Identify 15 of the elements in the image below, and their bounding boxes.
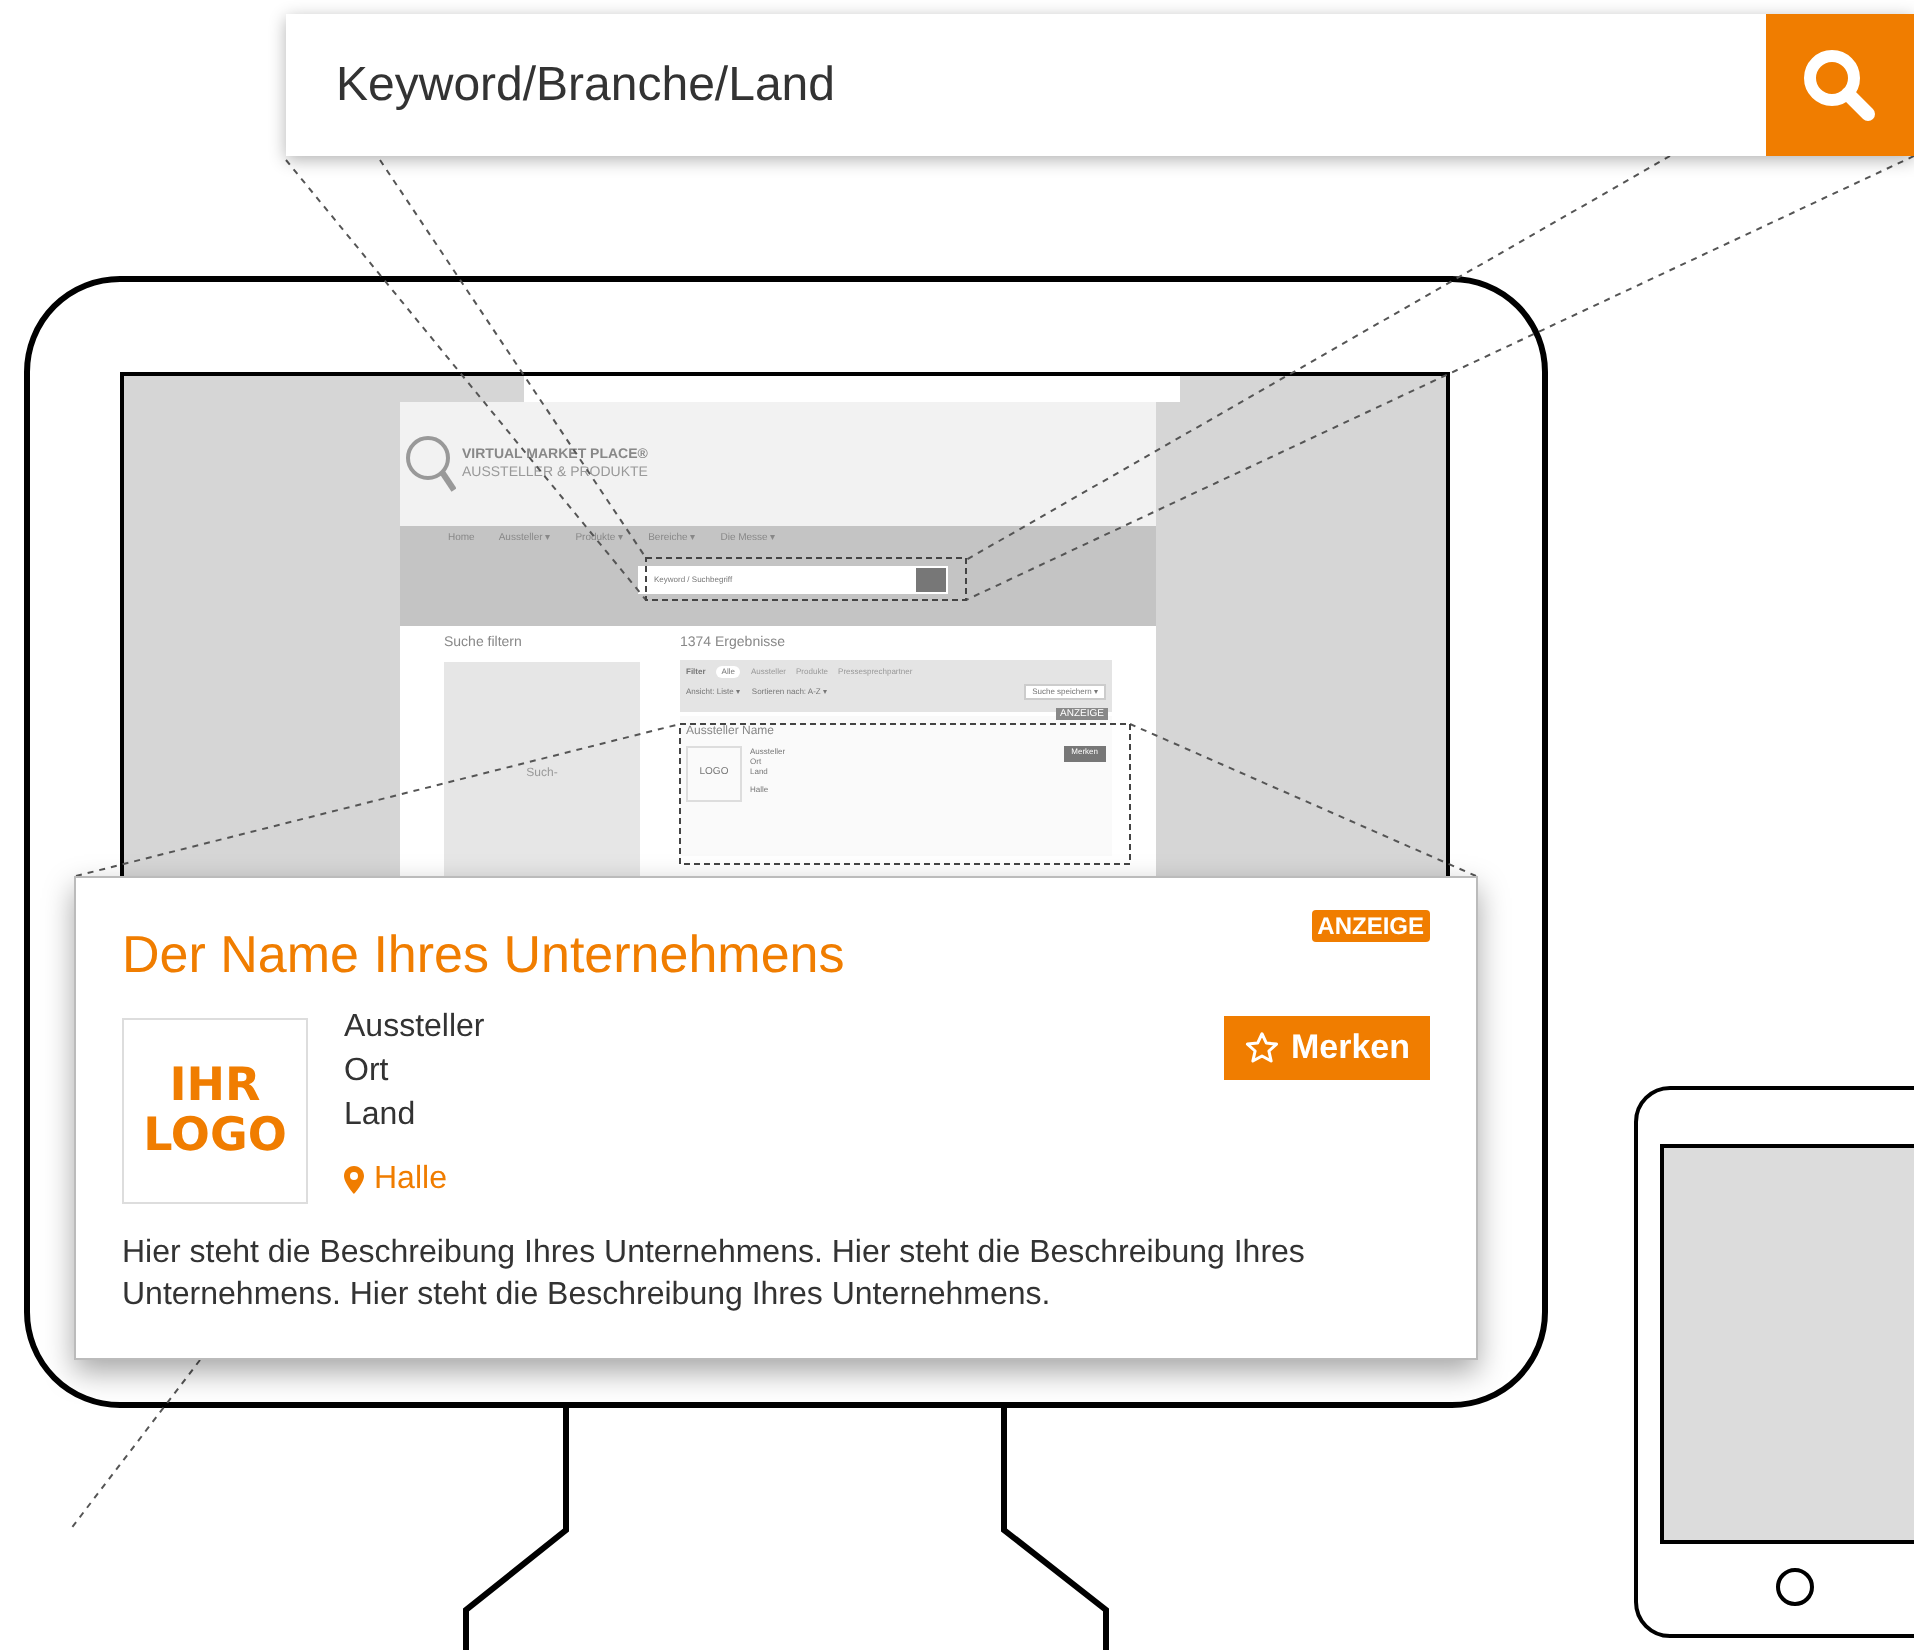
magnifier-logo-icon <box>404 434 456 494</box>
detail-text: Aussteller <box>344 1008 485 1048</box>
logo-text: LOGO <box>143 1111 287 1161</box>
detail-text: Land <box>344 1096 418 1136</box>
bookmark-button[interactable]: Merken <box>1224 1016 1430 1080</box>
star-icon <box>1244 1030 1281 1066</box>
search-button[interactable] <box>1766 14 1914 156</box>
ad-badge: ANZEIGE <box>1311 910 1430 942</box>
company-title: Der Name Ihres Unternehmens <box>122 922 845 986</box>
detail-text: Ort <box>344 1052 391 1092</box>
company-description: Hier steht die Beschreibung Ihres Unternehmens. Hier steht die Beschreibung Ihres Unternehmens. Hier steht die Beschreibung Ihres Unternehmens. <box>122 1234 1307 1316</box>
home-button-icon <box>1776 1568 1814 1606</box>
logo-text: IHR <box>169 1061 261 1111</box>
map-pin-icon <box>344 1166 364 1194</box>
hall-link[interactable]: Halle <box>344 1158 485 1202</box>
